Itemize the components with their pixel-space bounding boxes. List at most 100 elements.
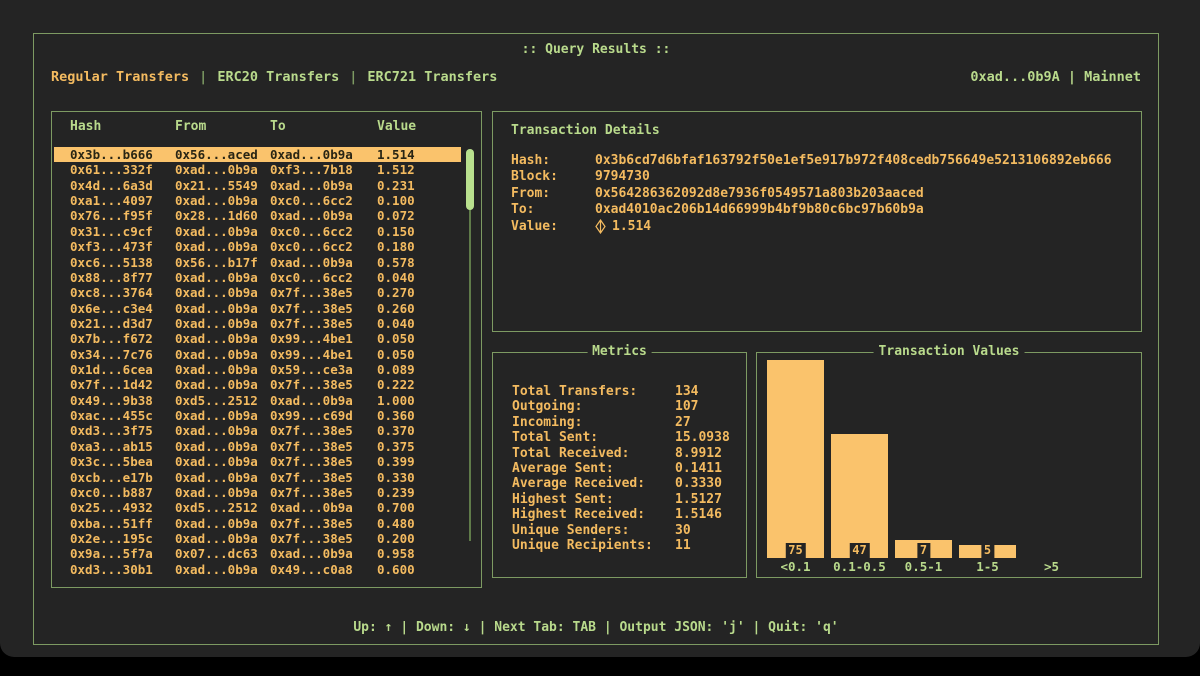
tab-separator: | [349, 69, 357, 85]
detail-field: From:0x564286362092d8e7936f0549571a803b2… [511, 186, 1133, 202]
table-row[interactable]: 0x7f...1d420xad...0b9a0x7f...38e50.222 [54, 377, 461, 392]
table-row[interactable]: 0xa3...ab150xad...0b9a0x7f...38e50.375 [54, 439, 461, 454]
cell-from: 0xad...0b9a [175, 193, 270, 208]
x-axis-label: >5 [1023, 559, 1080, 574]
cell-hash: 0xd3...30b1 [70, 562, 175, 577]
cell-to: 0xad...0b9a [270, 500, 377, 515]
table-row[interactable]: 0x3c...5bea0xad...0b9a0x7f...38e50.399 [54, 454, 461, 469]
cell-to: 0xad...0b9a [270, 208, 377, 223]
cell-value: 0.330 [377, 470, 461, 485]
table-row[interactable]: 0xac...455c0xad...0b9a0x99...c69d0.360 [54, 408, 461, 423]
tab-erc721-transfers[interactable]: ERC721 Transfers [367, 69, 497, 85]
cell-from: 0xad...0b9a [175, 423, 270, 438]
cell-hash: 0x49...9b38 [70, 393, 175, 408]
cell-hash: 0x34...7c76 [70, 347, 175, 362]
cell-from: 0xad...0b9a [175, 162, 270, 177]
scrollbar-thumb[interactable] [466, 149, 474, 210]
app-frame: :: Query Results :: Regular Transfers|ER… [33, 33, 1159, 645]
table-row[interactable]: 0x88...8f770xad...0b9a0xc0...6cc20.040 [54, 270, 461, 285]
table-row[interactable]: 0xd3...3f750xad...0b9a0x7f...38e50.370 [54, 423, 461, 438]
cell-value: 0.100 [377, 193, 461, 208]
account-network-label: 0xad...0b9A | Mainnet [970, 69, 1141, 85]
table-row[interactable]: 0xd3...30b10xad...0b9a0x49...c0a80.600 [54, 562, 461, 577]
tabs-group: Regular Transfers | ERC20 Transfers | ERC721… [51, 69, 497, 85]
bar-value-label: 5 [981, 543, 994, 558]
transaction-details-panel: Transaction Details Hash:0x3b6cd7d6bfaf1… [492, 111, 1142, 332]
metric-label: Total Received: [512, 446, 675, 461]
cell-from: 0xad...0b9a [175, 347, 270, 362]
table-row[interactable]: 0x31...c9cf0xad...0b9a0xc0...6cc20.150 [54, 224, 461, 239]
table-row[interactable]: 0x1d...6cea0xad...0b9a0x59...ce3a0.089 [54, 362, 461, 377]
cell-from: 0xad...0b9a [175, 270, 270, 285]
tab-regular-transfers[interactable]: Regular Transfers [51, 69, 189, 85]
cell-to: 0x7f...38e5 [270, 423, 377, 438]
bar-value-label: 75 [785, 543, 805, 558]
cell-to: 0x99...4be1 [270, 347, 377, 362]
cell-value: 1.512 [377, 162, 461, 177]
detail-field: Value:1.514 [511, 219, 1133, 235]
metric-value: 11 [675, 538, 740, 553]
cell-to: 0x7f...38e5 [270, 531, 377, 546]
cell-to: 0x7f...38e5 [270, 454, 377, 469]
table-row[interactable]: 0x49...9b380xd5...25120xad...0b9a1.000 [54, 393, 461, 408]
tab-separator: | [199, 69, 207, 85]
transfers-table-panel: HashFromToValue 0x3b...b6660x56...aced0x… [51, 111, 482, 588]
cell-to: 0x7f...38e5 [270, 439, 377, 454]
cell-from: 0xad...0b9a [175, 285, 270, 300]
table-row[interactable]: 0xf3...473f0xad...0b9a0xc0...6cc20.180 [54, 239, 461, 254]
table-row[interactable]: 0x9a...5f7a0x07...dc630xad...0b9a0.958 [54, 546, 461, 561]
bar-chart: 75<0.1470.1-0.570.5-151-5>5 [767, 359, 1135, 574]
table-row[interactable]: 0xc0...b8870xad...0b9a0x7f...38e50.239 [54, 485, 461, 500]
cell-from: 0xad...0b9a [175, 239, 270, 254]
cell-hash: 0x7f...1d42 [70, 377, 175, 392]
transaction-values-chart-panel: Transaction Values 75<0.1470.1-0.570.5-1… [756, 352, 1142, 578]
table-row[interactable]: 0x4d...6a3d0x21...55490xad...0b9a0.231 [54, 178, 461, 193]
cell-value: 0.578 [377, 255, 461, 270]
table-body: 0x3b...b6660x56...aced0xad...0b9a1.5140x… [54, 147, 461, 577]
metric-label: Average Received: [512, 476, 675, 491]
table-header-row: HashFromToValue [52, 112, 481, 134]
cell-to: 0x7f...38e5 [270, 285, 377, 300]
cell-value: 0.239 [377, 485, 461, 500]
detail-field-value: 0x3b6cd7d6bfaf163792f50e1ef5e917b972f408… [595, 153, 1133, 169]
table-row[interactable]: 0x3b...b6660x56...aced0xad...0b9a1.514 [54, 147, 461, 162]
cell-hash: 0xac...455c [70, 408, 175, 423]
table-row[interactable]: 0xcb...e17b0xad...0b9a0x7f...38e50.330 [54, 470, 461, 485]
table-row[interactable]: 0x7b...f6720xad...0b9a0x99...4be10.050 [54, 331, 461, 346]
metric-value: 134 [675, 384, 740, 399]
tab-erc20-transfers[interactable]: ERC20 Transfers [217, 69, 339, 85]
metric-value: 15.0938 [675, 430, 740, 445]
table-row[interactable]: 0x61...332f0xad...0b9a0xf3...7b181.512 [54, 162, 461, 177]
metric-row: Total Received:8.9912 [512, 446, 740, 461]
table-row[interactable]: 0x6e...c3e40xad...0b9a0x7f...38e50.260 [54, 301, 461, 316]
chart-bar-slot: >5 [1023, 558, 1080, 574]
detail-field: To:0xad4010ac206b14d66999b4bf9b80c6bc97b… [511, 202, 1133, 218]
chart-title: Transaction Values [874, 344, 1025, 360]
table-row[interactable]: 0x25...49320xd5...25120xad...0b9a0.700 [54, 500, 461, 515]
metric-label: Total Transfers: [512, 384, 675, 399]
cell-from: 0xd5...2512 [175, 393, 270, 408]
table-row[interactable]: 0xc6...51380x56...b17f0xad...0b9a0.578 [54, 255, 461, 270]
cell-hash: 0xa3...ab15 [70, 439, 175, 454]
table-row[interactable]: 0xc8...37640xad...0b9a0x7f...38e50.270 [54, 285, 461, 300]
table-row[interactable]: 0x21...d3d70xad...0b9a0x7f...38e50.040 [54, 316, 461, 331]
table-row[interactable]: 0x2e...195c0xad...0b9a0x7f...38e50.200 [54, 531, 461, 546]
chart-bar-slot: 51-5 [959, 545, 1016, 574]
metric-label: Unique Recipients: [512, 538, 675, 553]
table-row[interactable]: 0x34...7c760xad...0b9a0x99...4be10.050 [54, 347, 461, 362]
cell-value: 0.231 [377, 178, 461, 193]
cell-hash: 0xf3...473f [70, 239, 175, 254]
table-scrollbar[interactable] [466, 149, 474, 581]
chart-bar: 5 [959, 545, 1016, 558]
table-row[interactable]: 0xa1...40970xad...0b9a0xc0...6cc20.100 [54, 193, 461, 208]
detail-field-label: To: [511, 202, 595, 218]
cell-hash: 0x88...8f77 [70, 270, 175, 285]
cell-from: 0x28...1d60 [175, 208, 270, 223]
table-row[interactable]: 0x76...f95f0x28...1d600xad...0b9a0.072 [54, 208, 461, 223]
table-row[interactable]: 0xba...51ff0xad...0b9a0x7f...38e50.480 [54, 516, 461, 531]
cell-to: 0xc0...6cc2 [270, 239, 377, 254]
metric-label: Highest Received: [512, 507, 675, 522]
cell-to: 0x7f...38e5 [270, 316, 377, 331]
terminal-window: :: Query Results :: Regular Transfers|ER… [0, 0, 1200, 657]
cell-to: 0xad...0b9a [270, 178, 377, 193]
